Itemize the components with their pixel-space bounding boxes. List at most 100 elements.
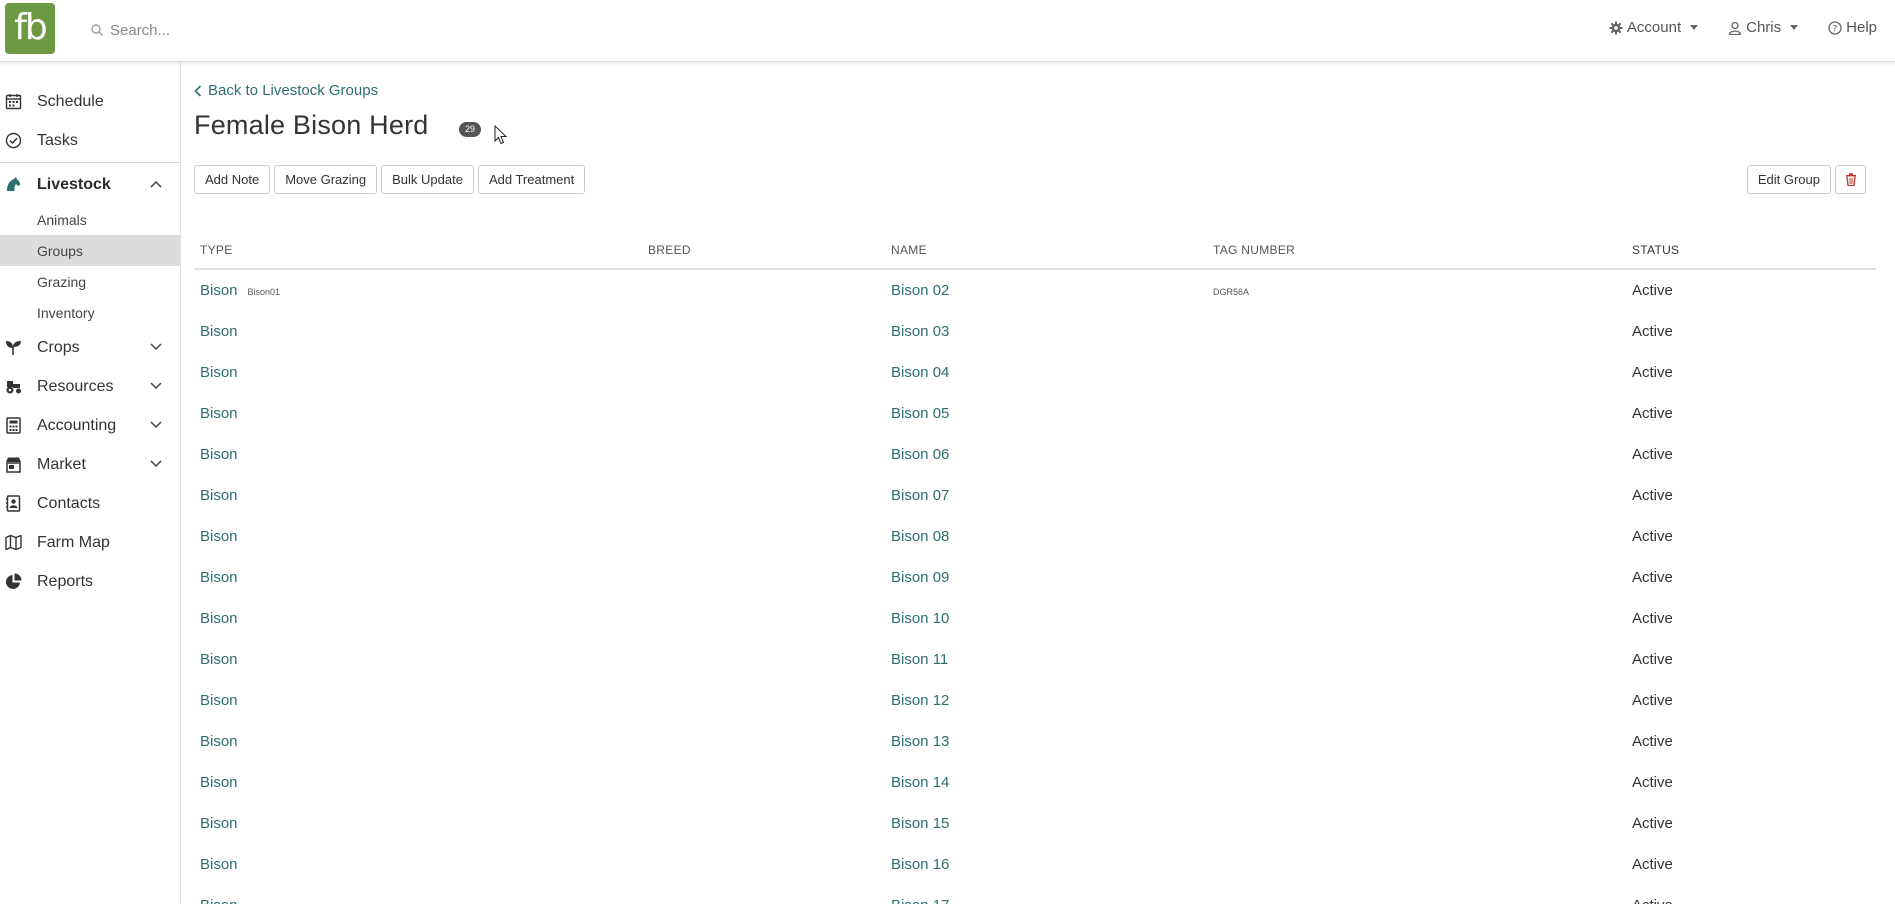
sidebar-item-contacts[interactable]: Contacts — [0, 484, 180, 523]
name-cell: Bison 07 — [885, 487, 1207, 504]
search-box[interactable] — [90, 16, 490, 44]
chevron-up-icon — [150, 180, 162, 188]
account-menu[interactable]: Account — [1609, 19, 1699, 36]
animal-name-link[interactable]: Bison 16 — [891, 856, 949, 873]
help-link[interactable]: ? Help — [1828, 19, 1877, 36]
animal-type-link[interactable]: Bison — [200, 405, 238, 422]
col-header-name[interactable]: NAME — [885, 243, 1207, 257]
user-icon — [1728, 21, 1742, 35]
search-input[interactable] — [110, 21, 470, 39]
type-cell: Bison — [194, 364, 642, 381]
sidebar-item-reports[interactable]: Reports — [0, 562, 180, 601]
caret-down-icon — [1790, 25, 1799, 30]
sidebar-item-tasks[interactable]: Tasks — [0, 121, 180, 160]
animal-type-link[interactable]: Bison — [200, 733, 238, 750]
col-header-status[interactable]: STATUS — [1626, 243, 1876, 257]
sidebar-subitem-inventory[interactable]: Inventory — [0, 297, 180, 328]
name-cell: Bison 08 — [885, 528, 1207, 545]
animal-type-link[interactable]: Bison — [200, 446, 238, 463]
edit-group-button[interactable]: Edit Group — [1746, 165, 1831, 194]
type-cell: Bison — [194, 446, 642, 463]
animal-type-link[interactable]: Bison — [200, 692, 238, 709]
name-cell: Bison 15 — [885, 815, 1207, 832]
status-cell: Active — [1632, 487, 1673, 504]
sidebar-item-resources[interactable]: Resources — [0, 367, 180, 406]
animal-type-link[interactable]: Bison — [200, 856, 238, 873]
status-cell: Active — [1632, 528, 1673, 545]
col-header-tag-number[interactable]: TAG NUMBER — [1207, 243, 1626, 257]
mouse-cursor-icon — [494, 125, 508, 145]
type-cell: Bison — [194, 774, 642, 791]
name-cell: Bison 04 — [885, 364, 1207, 381]
sidebar-subitem-grazing[interactable]: Grazing — [0, 266, 180, 297]
sidebar-item-farm-map[interactable]: Farm Map — [0, 523, 180, 562]
sidebar-item-crops[interactable]: Crops — [0, 328, 180, 367]
sidebar-item-accounting[interactable]: Accounting — [0, 406, 180, 445]
add-treatment-button[interactable]: Add Treatment — [477, 165, 586, 194]
name-cell: Bison 12 — [885, 692, 1207, 709]
status-cell: Active — [1632, 774, 1673, 791]
add-note-button[interactable]: Add Note — [194, 165, 271, 194]
sidebar-subitem-groups[interactable]: Groups — [0, 235, 180, 266]
animal-name-link[interactable]: Bison 15 — [891, 815, 949, 832]
calendar-icon — [5, 94, 22, 110]
farmbrite-logo[interactable]: fb — [5, 3, 55, 54]
name-cell: Bison 10 — [885, 610, 1207, 627]
animal-name-link[interactable]: Bison 04 — [891, 364, 949, 381]
animal-type-link[interactable]: Bison — [200, 323, 238, 340]
status-cell: Active — [1632, 733, 1673, 750]
animal-type-link[interactable]: Bison — [200, 815, 238, 832]
move-grazing-button[interactable]: Move Grazing — [274, 165, 378, 194]
animal-name-link[interactable]: Bison 11 — [891, 651, 948, 668]
type-cell: Bison — [194, 651, 642, 668]
chevron-down-icon — [150, 343, 162, 351]
table-header-row: TYPE BREED NAME TAG NUMBER STATUS — [194, 232, 1876, 270]
sidebar-item-market[interactable]: Market — [0, 445, 180, 484]
page-title: Female Bison Herd — [194, 110, 429, 140]
animal-type-link[interactable]: Bison — [200, 897, 238, 904]
animal-name-link[interactable]: Bison 09 — [891, 569, 949, 586]
question-circle-icon: ? — [1828, 20, 1842, 35]
animal-type-link[interactable]: Bison — [200, 651, 238, 668]
group-action-buttons: Add Note Move Grazing Bulk Update Add Tr… — [194, 165, 586, 194]
animal-name-link[interactable]: Bison 06 — [891, 446, 949, 463]
animal-name-link[interactable]: Bison 13 — [891, 733, 949, 750]
calculator-icon — [6, 417, 21, 434]
type-cell: Bison — [194, 897, 642, 904]
animal-name-link[interactable]: Bison 10 — [891, 610, 949, 627]
type-cell: Bison — [194, 528, 642, 545]
address-book-icon — [6, 495, 21, 512]
user-menu[interactable]: Chris — [1728, 19, 1799, 36]
sidebar-subitem-animals[interactable]: Animals — [0, 204, 180, 235]
top-nav-right: Account Chris ? Help — [1609, 19, 1877, 36]
sidebar-item-livestock[interactable]: Livestock — [0, 165, 180, 204]
animal-type-link[interactable]: Bison — [200, 528, 238, 545]
col-header-type[interactable]: TYPE — [194, 243, 642, 257]
sidebar-item-schedule[interactable]: Schedule — [0, 82, 180, 121]
animal-type-link[interactable]: Bison — [200, 282, 238, 299]
animal-type-link[interactable]: Bison — [200, 364, 238, 381]
animal-name-link[interactable]: Bison 03 — [891, 323, 949, 340]
animal-name-link[interactable]: Bison 14 — [891, 774, 949, 791]
back-to-groups-link[interactable]: Back to Livestock Groups — [194, 82, 378, 99]
animal-type-link[interactable]: Bison — [200, 487, 238, 504]
type-tag-label: Bison01 — [247, 287, 281, 297]
account-label: Account — [1626, 19, 1682, 36]
animal-type-link[interactable]: Bison — [200, 569, 238, 586]
table-row: Bison Bison 07 Active — [194, 475, 1876, 516]
name-cell: Bison 09 — [885, 569, 1207, 586]
animal-name-link[interactable]: Bison 05 — [891, 405, 949, 422]
sidebar-item-label: Contacts — [37, 494, 101, 512]
back-link-label: Back to Livestock Groups — [208, 82, 379, 99]
animal-name-link[interactable]: Bison 08 — [891, 528, 949, 545]
animal-name-link[interactable]: Bison 12 — [891, 692, 949, 709]
animal-name-link[interactable]: Bison 07 — [891, 487, 949, 504]
animal-type-link[interactable]: Bison — [200, 774, 238, 791]
bulk-update-button[interactable]: Bulk Update — [381, 165, 474, 194]
animal-name-link[interactable]: Bison 02 — [891, 282, 949, 299]
table-row: Bison Bison 06 Active — [194, 434, 1876, 475]
animal-type-link[interactable]: Bison — [200, 610, 238, 627]
col-header-breed[interactable]: BREED — [642, 243, 885, 257]
delete-group-button[interactable] — [1835, 165, 1866, 194]
animal-name-link[interactable]: Bison 17 — [891, 897, 949, 904]
